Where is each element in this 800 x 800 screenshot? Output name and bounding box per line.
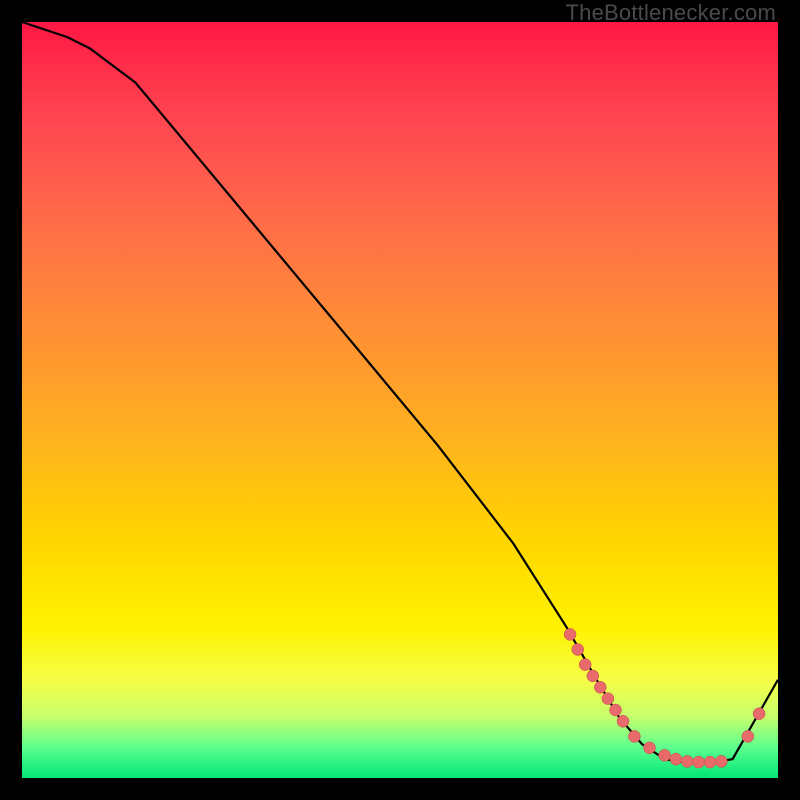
marker-dot — [742, 730, 754, 742]
marker-dot — [681, 755, 693, 767]
marker-dot — [587, 670, 599, 682]
chart-frame: TheBottlenecker.com — [0, 0, 800, 800]
marker-dot — [564, 628, 576, 640]
marker-dot — [610, 704, 622, 716]
chart-plot-area — [22, 22, 778, 778]
marker-dot — [704, 756, 716, 768]
marker-dot — [602, 693, 614, 705]
curve-markers — [564, 628, 765, 768]
marker-dot — [670, 753, 682, 765]
marker-dot — [693, 756, 705, 768]
marker-dot — [753, 708, 765, 720]
marker-dot — [594, 681, 606, 693]
marker-dot — [628, 730, 640, 742]
bottleneck-curve — [22, 22, 778, 763]
marker-dot — [572, 644, 584, 656]
marker-dot — [644, 742, 656, 754]
marker-dot — [659, 749, 671, 761]
marker-dot — [617, 715, 629, 727]
curve-svg — [22, 22, 778, 778]
marker-dot — [579, 659, 591, 671]
marker-dot — [715, 755, 727, 767]
